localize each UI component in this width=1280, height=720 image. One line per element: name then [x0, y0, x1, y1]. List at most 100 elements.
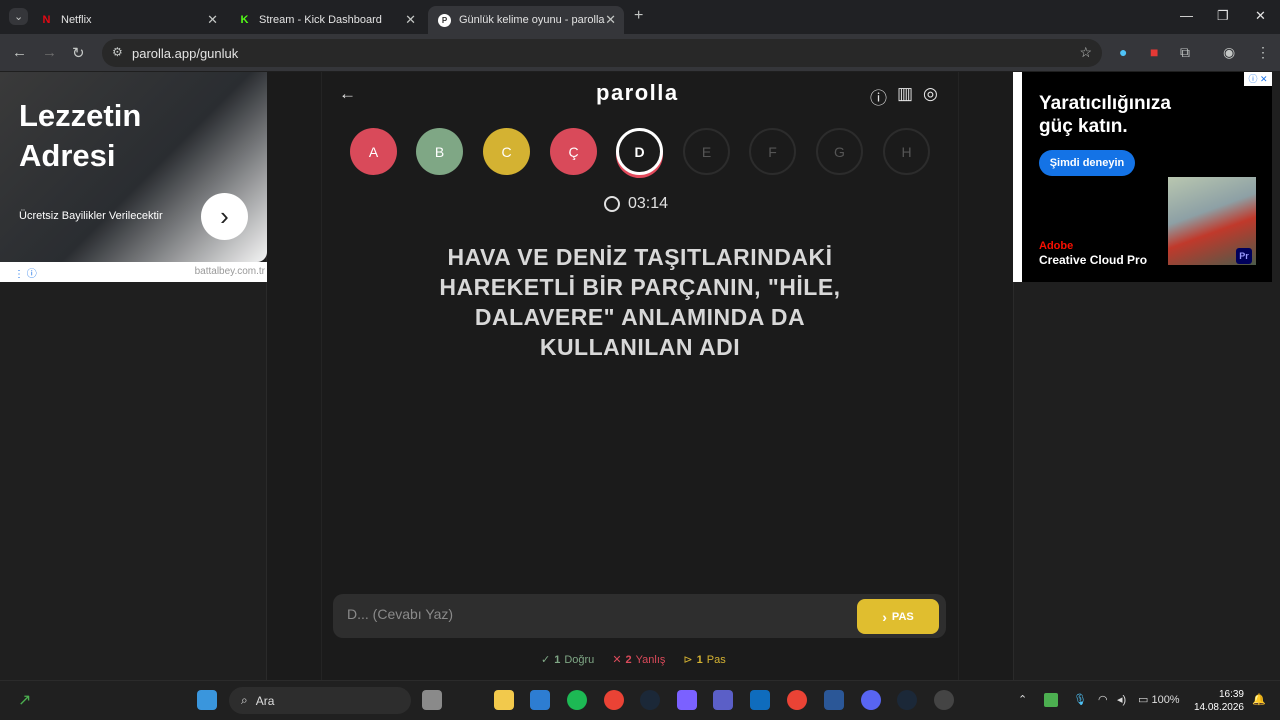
ad-headline-line1: Yaratıcılığınıza [1039, 93, 1171, 114]
netflix-icon: N [42, 14, 51, 26]
stat-wrong: ✕ 2 Yanlış [612, 653, 665, 667]
pass-stat-label: Pas [706, 653, 726, 666]
kick-icon: K [240, 14, 249, 26]
windows-start-icon[interactable] [197, 690, 217, 710]
new-tab-icon[interactable]: + [634, 7, 643, 25]
edge-extension-icon[interactable]: ● [1119, 44, 1127, 60]
close-icon[interactable]: ✕ [405, 12, 416, 28]
chrome-icon[interactable] [604, 690, 624, 710]
reload-icon[interactable]: ↻ [72, 44, 85, 62]
task-view-icon[interactable] [422, 690, 442, 710]
red-extension-icon[interactable]: ■ [1150, 44, 1158, 60]
left-ad[interactable]: Lezzetin Adresi Ücretsiz Bayilikler Veri… [0, 72, 267, 262]
back-icon[interactable]: ← [12, 44, 27, 61]
close-icon[interactable]: ✕ [605, 12, 616, 28]
tab-title: Netflix [61, 14, 92, 26]
app-icon[interactable] [824, 690, 844, 710]
steam-alt-icon[interactable] [897, 690, 917, 710]
menu-kebab-icon[interactable]: ⋮ [1256, 44, 1270, 61]
correct-label: Doğru [564, 653, 595, 666]
maximize-icon[interactable]: ❐ [1217, 8, 1229, 24]
steam-icon[interactable] [640, 690, 660, 710]
file-explorer-icon[interactable] [494, 690, 514, 710]
ad-headline-line1: Lezzetin [19, 98, 142, 133]
pass-label: PAS [891, 610, 914, 623]
ad-headline-line2: Adresi [19, 138, 116, 173]
back-arrow-icon[interactable]: ← [339, 84, 356, 104]
settings-icon[interactable] [934, 690, 954, 710]
letter-a: A [350, 128, 397, 175]
ad-arrow-button[interactable]: › [201, 193, 248, 240]
copilot-icon[interactable] [677, 690, 697, 710]
stocks-widget-icon[interactable]: ↗ [18, 690, 38, 710]
tab-search-icon[interactable]: ⌄ [9, 8, 29, 25]
left-ad-footer: ⋮ ⓘ battalbey.com.tr [0, 262, 267, 282]
ad-headline-line2: güç katın. [1039, 116, 1128, 137]
taskbar-search[interactable]: ⌕ Ara [229, 687, 411, 714]
score-stats: ✓ 1 Doğru ✕ 2 Yanlış ⊳ 1 Pas [541, 653, 726, 667]
teams-icon[interactable] [713, 690, 733, 710]
question-text: HAVA VE DENİZ TAŞITLARINDAKİ HAREKETLİ B… [439, 244, 841, 360]
letter-c: C [483, 128, 530, 175]
pass-button[interactable]: › PAS [857, 599, 939, 634]
wifi-icon[interactable]: ◠ [1098, 693, 1108, 706]
right-ad[interactable]: Yaratıcılığınıza güç katın. Şimdi deneyi… [1022, 72, 1272, 282]
site-info-icon[interactable]: ⚙ [112, 45, 123, 59]
profile-icon[interactable]: ◉ [1223, 44, 1235, 61]
info-icon[interactable]: ⓘ [870, 84, 887, 109]
answer-box [333, 594, 946, 638]
close-window-icon[interactable]: ✕ [1255, 8, 1266, 24]
battery-status[interactable]: ▭ 100% [1138, 693, 1180, 706]
letter-h: H [883, 128, 930, 175]
microphone-icon[interactable]: 🎙 [1073, 693, 1087, 706]
letter-e: E [683, 128, 730, 175]
parolla-icon: P [438, 13, 451, 27]
chrome-active-icon[interactable] [787, 690, 807, 710]
ad-headline: Yaratıcılığınıza güç katın. [1039, 92, 1219, 138]
correct-count: 1 [554, 653, 561, 666]
outlook-icon[interactable] [750, 690, 770, 710]
address-bar[interactable]: ⚙ parolla.app/gunluk ☆ [102, 39, 1102, 67]
ad-headline: Lezzetin Adresi [19, 96, 141, 176]
battery-percent: 100% [1151, 694, 1180, 706]
store-icon[interactable] [530, 690, 550, 710]
close-icon[interactable]: ✕ [207, 12, 218, 28]
search-label: Ara [255, 693, 275, 708]
spotify-icon[interactable] [567, 690, 587, 710]
answer-input[interactable] [347, 606, 847, 622]
chevron-right-icon: › [882, 608, 887, 625]
ad-subtext: Ücretsiz Bayilikler Verilecektir [19, 210, 163, 222]
premiere-badge: Pr [1236, 248, 1252, 264]
letter-cedilla: Ç [550, 128, 597, 175]
user-profile-icon[interactable]: ◎ [923, 84, 938, 104]
bookmark-star-icon[interactable]: ☆ [1079, 44, 1092, 61]
tab-kick[interactable]: K Stream - Kick Dashboard ✕ [228, 6, 424, 34]
notification-icon[interactable]: 🔔 [1252, 693, 1266, 706]
ad-product: Creative Cloud Pro [1039, 253, 1148, 267]
minimize-icon[interactable]: — [1180, 8, 1193, 23]
tab-netflix[interactable]: N Netflix ✕ [30, 6, 226, 34]
ad-info-icon[interactable]: ⋮ ⓘ [14, 265, 37, 280]
url-text: parolla.app/gunluk [132, 46, 239, 61]
system-clock[interactable]: 16:39 14.08.2026 [1192, 688, 1244, 714]
letter-f: F [749, 128, 796, 175]
extensions-puzzle-icon[interactable]: ⧉ [1180, 44, 1190, 61]
tab-parolla[interactable]: P Günlük kelime oyunu - parolla ✕ [428, 6, 624, 34]
discord-icon[interactable] [861, 690, 881, 710]
stats-chart-icon[interactable]: ▥ [897, 84, 913, 104]
forward-icon[interactable]: → [42, 44, 57, 61]
search-icon: ⌕ [241, 693, 248, 707]
pass-count: 1 [696, 653, 703, 666]
chevron-up-icon[interactable]: ⌃ [1018, 693, 1027, 706]
ad-choices-icon[interactable]: ⓘ ✕ [1244, 72, 1272, 86]
letter-b: B [416, 128, 463, 175]
volume-icon[interactable]: ◂) [1117, 693, 1126, 706]
skip-icon: ⊳ [683, 654, 693, 666]
x-icon: ✕ [612, 654, 622, 666]
ad-cta-button[interactable]: Şimdi deneyin [1039, 150, 1135, 176]
letter-d-current: D [616, 128, 663, 175]
tray-app-icon[interactable] [1044, 693, 1058, 707]
check-icon: ✓ [541, 654, 551, 666]
tab-title: Günlük kelime oyunu - parolla [459, 14, 605, 26]
ad-domain[interactable]: battalbey.com.tr [195, 266, 265, 277]
